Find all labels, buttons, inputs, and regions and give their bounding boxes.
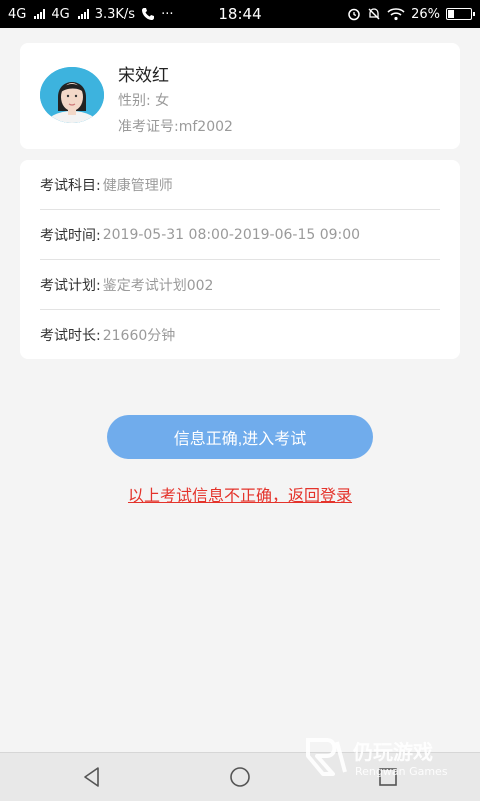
wifi-icon [387, 8, 405, 21]
student-name: 宋效红 [118, 66, 169, 86]
exam-plan-value: 鉴定考试计划002 [102, 278, 214, 294]
battery-icon [446, 8, 475, 20]
exam-time-label: 考试时间: [40, 228, 101, 244]
gender-label: 性别: [118, 93, 156, 109]
enter-exam-button[interactable]: 信息正确,进入考试 [107, 415, 373, 459]
watermark: 仍玩游戏 Rengwan Games [303, 732, 473, 780]
exam-time-value: 2019-05-31 08:00-2019-06-15 09:00 [102, 227, 361, 243]
network-type-2: 4G [51, 6, 70, 22]
exam-number-value: mf2002 [178, 119, 233, 135]
signal-icon-1 [34, 9, 46, 19]
status-left: 4G 4G 3.3K/s ··· [8, 7, 173, 22]
status-right: 26% [347, 6, 475, 22]
more-notifications: ··· [161, 6, 174, 22]
exam-subject-label: 考试科目: [40, 178, 101, 194]
exam-number: 准考证号:mf2002 [118, 116, 233, 136]
exam-subject-value: 健康管理师 [102, 178, 173, 194]
avatar [40, 67, 104, 123]
phone-icon [142, 8, 155, 20]
gender: 性别: 女 [118, 90, 169, 110]
back-to-login-link[interactable]: 以上考试信息不正确，返回登录 [128, 486, 352, 505]
mute-icon [368, 8, 380, 20]
exam-number-label: 准考证号: [118, 119, 179, 135]
alarm-icon [348, 8, 360, 21]
signal-icon-2 [77, 9, 89, 19]
exam-duration-row: 考试时长: 21660分钟 [40, 310, 440, 360]
battery-percent: 26% [411, 6, 440, 22]
exam-info-card: 考试科目: 健康管理师 考试时间: 2019-05-31 08:00-2019-… [20, 160, 460, 359]
back-to-login: 以上考试信息不正确，返回登录 [0, 482, 480, 506]
watermark-subtitle: Rengwan Games [355, 765, 448, 778]
home-icon[interactable] [228, 765, 252, 789]
exam-duration-value: 21660分钟 [102, 328, 176, 344]
clock: 18:44 [218, 5, 262, 23]
exam-plan-row: 考试计划: 鉴定考试计划002 [40, 260, 440, 310]
watermark-logo-icon [306, 738, 347, 776]
network-speed: 3.3K/s [94, 6, 136, 22]
watermark-title: 仍玩游戏 [353, 740, 433, 764]
back-icon[interactable] [80, 765, 104, 789]
exam-time-row: 考试时间: 2019-05-31 08:00-2019-06-15 09:00 [40, 210, 440, 260]
profile-card: 宋效红 性别: 女 准考证号:mf2002 [20, 43, 460, 149]
gender-value: 女 [155, 93, 170, 109]
status-bar: 4G 4G 3.3K/s ··· 18:44 26% [0, 0, 480, 28]
exam-plan-label: 考试计划: [40, 278, 101, 294]
network-type-1: 4G [8, 6, 27, 22]
exam-duration-label: 考试时长: [40, 328, 101, 344]
exam-subject-row: 考试科目: 健康管理师 [40, 160, 440, 210]
